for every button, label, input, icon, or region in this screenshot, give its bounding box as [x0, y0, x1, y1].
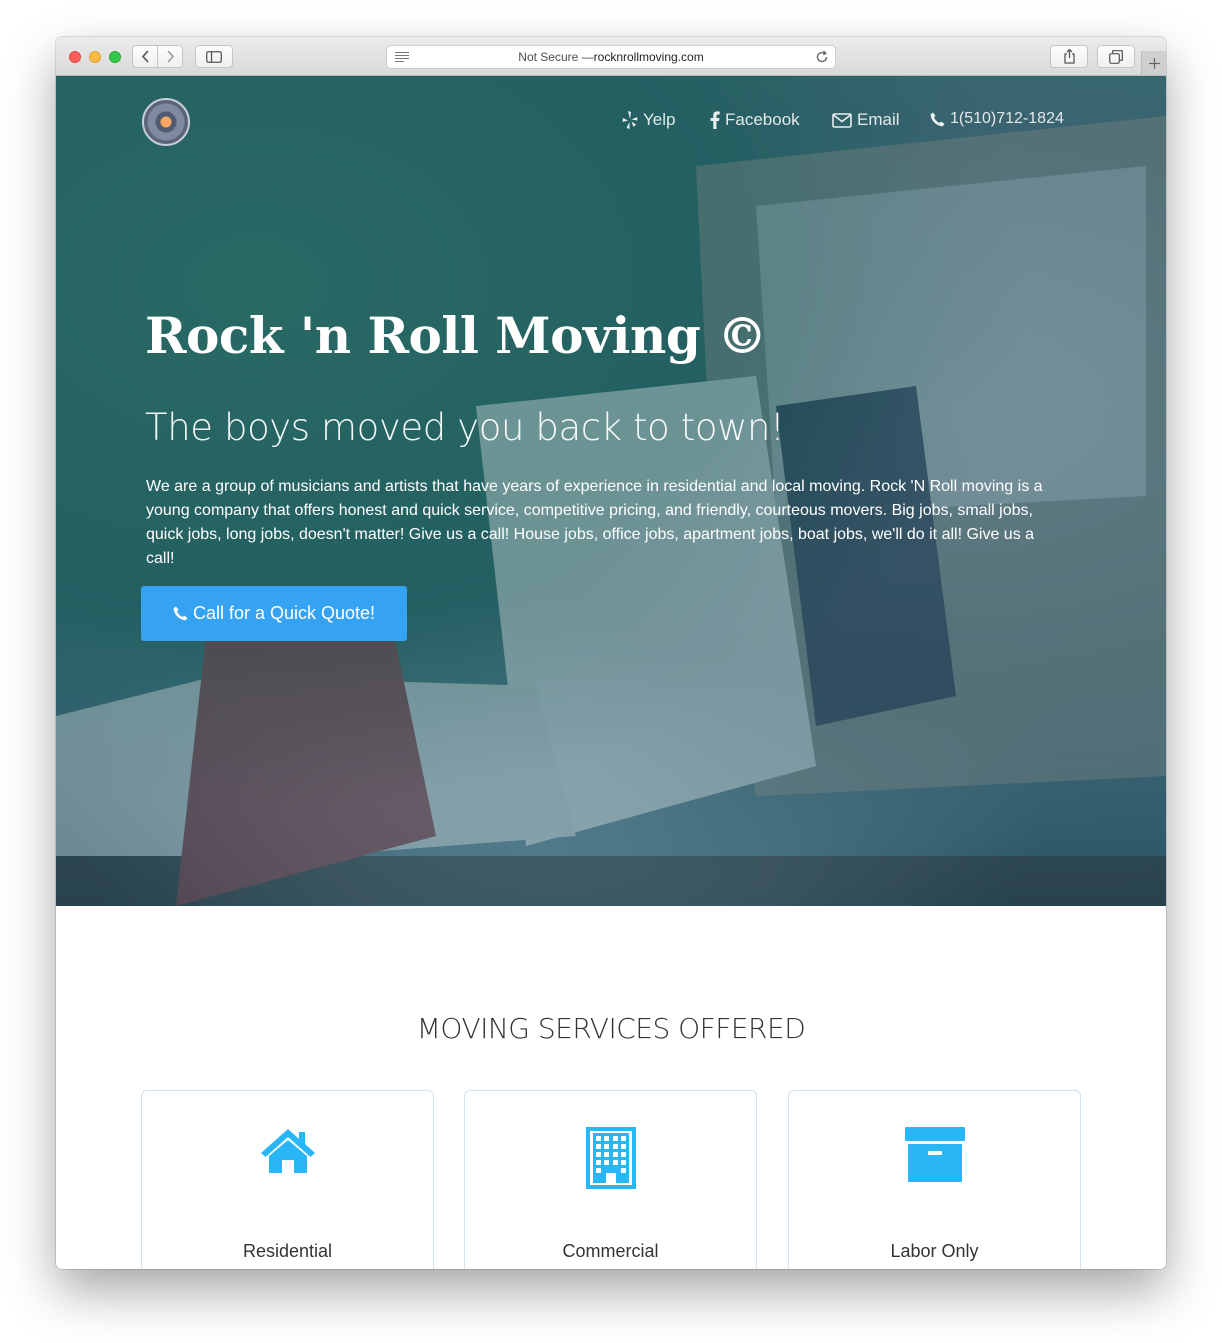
new-tab-button[interactable] [1141, 51, 1166, 75]
hero-title: Rock 'n Roll Moving © [145, 306, 767, 365]
address-prefix: Not Secure — [518, 50, 594, 64]
envelope-icon [832, 112, 852, 128]
tabs-icon [1109, 49, 1123, 64]
forward-button[interactable] [157, 45, 183, 68]
browser-toolbar: Not Secure — rocknrollmoving.com [56, 37, 1166, 76]
facebook-icon [710, 111, 720, 129]
sidebar-toggle-button[interactable] [195, 45, 233, 68]
service-card-labor-only[interactable]: Labor Only [788, 1090, 1081, 1269]
browser-window: Not Secure — rocknrollmoving.com Yelp Fa… [56, 37, 1166, 1269]
phone-icon [930, 112, 945, 127]
reload-icon[interactable] [814, 49, 830, 65]
share-button[interactable] [1050, 45, 1088, 68]
nav-phone-link[interactable]: 1(510)712-1824 [930, 110, 1064, 128]
hero-description: We are a group of musicians and artists … [146, 478, 1043, 567]
vinyl-record-logo[interactable] [142, 98, 190, 146]
service-label: Labor Only [890, 1241, 979, 1261]
close-window-button[interactable] [69, 51, 81, 63]
nav-facebook-label: Facebook [725, 110, 800, 129]
services-heading: MOVING SERVICES OFFERED [416, 1012, 806, 1045]
service-label: Commercial [562, 1241, 659, 1261]
yelp-icon [622, 111, 638, 129]
tab-overview-button[interactable] [1097, 45, 1135, 68]
minimize-window-button[interactable] [89, 51, 101, 63]
home-icon [260, 1129, 315, 1173]
nav-email-link[interactable]: Email [832, 110, 900, 130]
sidebar-icon [206, 50, 222, 63]
nav-yelp-label: Yelp [643, 110, 676, 129]
nav-phone-label: 1(510)712-1824 [950, 110, 1064, 127]
plus-icon [1148, 57, 1160, 69]
back-button[interactable] [132, 45, 158, 68]
hero-section: Yelp Facebook Email 1(510)712-1824 Rock … [56, 76, 1166, 906]
service-card-commercial[interactable]: Commercial [464, 1090, 757, 1269]
service-label: Residential [242, 1241, 333, 1261]
call-quote-button[interactable]: Call for a Quick Quote! [141, 586, 407, 641]
nav-facebook-link[interactable]: Facebook [710, 110, 800, 130]
phone-icon [173, 606, 188, 621]
hero-subtitle: The boys moved you back to town! [145, 406, 785, 449]
zoom-window-button[interactable] [109, 51, 121, 63]
nav-email-label: Email [857, 110, 900, 129]
reader-icon[interactable] [395, 51, 409, 63]
archive-box-icon [904, 1127, 965, 1182]
building-icon [585, 1127, 636, 1189]
address-bar[interactable]: Not Secure — rocknrollmoving.com [386, 45, 836, 69]
chevron-right-icon [166, 50, 174, 63]
nav-yelp-link[interactable]: Yelp [622, 110, 675, 130]
address-host: rocknrollmoving.com [593, 50, 704, 64]
service-card-residential[interactable]: Residential [141, 1090, 434, 1269]
share-icon [1063, 49, 1075, 64]
chevron-left-icon [141, 50, 149, 63]
call-quote-label: Call for a Quick Quote! [192, 603, 376, 623]
